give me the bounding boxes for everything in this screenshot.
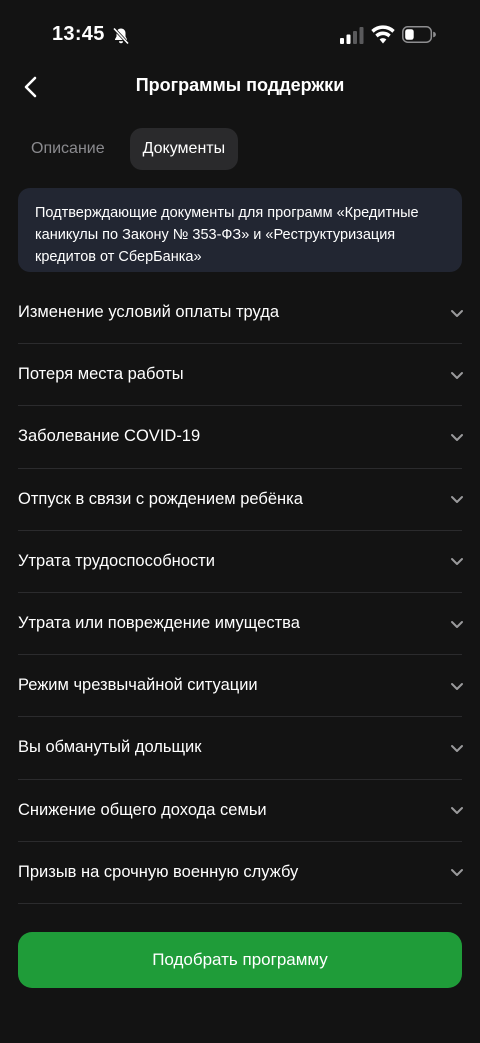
chevron-down-icon — [451, 371, 463, 379]
list-item-label: Снижение общего дохода семьи — [18, 800, 267, 819]
list-item-label: Вы обманутый дольщик — [18, 738, 202, 757]
list-item-label: Изменение условий оплаты труда — [18, 303, 280, 322]
cellular-signal-icon — [340, 27, 364, 44]
list-item-label: Утрата или повреждение имущества — [18, 614, 300, 633]
battery-icon — [402, 26, 436, 43]
list-item[interactable]: Утрата или повреждение имущества — [18, 593, 463, 656]
page-title: Программы поддержки — [135, 75, 345, 95]
list-item-label: Отпуск в связи с рождением ребёнка — [18, 489, 303, 508]
chevron-down-icon — [451, 433, 463, 441]
status-bar: 13:45 — [0, 0, 480, 70]
tab-description[interactable]: Описание — [18, 128, 118, 170]
list-item[interactable]: Призыв на срочную военную службу — [18, 842, 463, 904]
list-item-label: Потеря места работы — [18, 365, 184, 384]
list-item[interactable]: Изменение условий оплаты труда — [18, 282, 463, 345]
list-item-label: Режим чрезвычайной ситуации — [18, 676, 258, 695]
chevron-down-icon — [451, 744, 463, 752]
info-banner: Подтверждающие документы для программ «К… — [18, 188, 462, 272]
tab-documents[interactable]: Документы — [129, 128, 239, 170]
chevron-down-icon — [451, 558, 463, 566]
chevron-down-icon — [451, 682, 463, 690]
chevron-down-icon — [451, 869, 463, 877]
list-item[interactable]: Потеря места работы — [18, 344, 463, 407]
list-item-label: Заболевание COVID-19 — [18, 427, 201, 446]
list-item[interactable]: Утрата трудоспособности — [18, 531, 463, 593]
wifi-icon — [371, 25, 395, 44]
chevron-down-icon — [451, 496, 463, 504]
list-item[interactable]: Снижение общего дохода семьи — [18, 780, 463, 842]
list-item[interactable]: Вы обманутый дольщик — [18, 717, 463, 780]
bell-off-icon — [112, 27, 130, 45]
documents-list: Изменение условий оплаты труда Потеря ме… — [18, 282, 463, 904]
list-item[interactable]: Заболевание COVID-19 — [18, 406, 463, 469]
list-item-label: Утрата трудоспособности — [18, 551, 215, 570]
info-text: Подтверждающие документы для программ «К… — [35, 205, 419, 265]
find-program-button-label: Подобрать программу — [152, 950, 328, 969]
chevron-down-icon — [451, 620, 463, 628]
list-item[interactable]: Отпуск в связи с рождением ребёнка — [18, 469, 463, 531]
list-item[interactable]: Режим чрезвычайной ситуации — [18, 655, 463, 718]
find-program-button[interactable]: Подобрать программу — [18, 932, 462, 988]
header: Программы поддержки — [0, 62, 480, 110]
segmented-tabs: Описание Документы — [18, 127, 239, 171]
status-time: 13:45 — [52, 23, 105, 45]
chevron-down-icon — [451, 309, 463, 317]
list-item-label: Призыв на срочную военную службу — [18, 862, 299, 881]
chevron-down-icon — [451, 807, 463, 815]
